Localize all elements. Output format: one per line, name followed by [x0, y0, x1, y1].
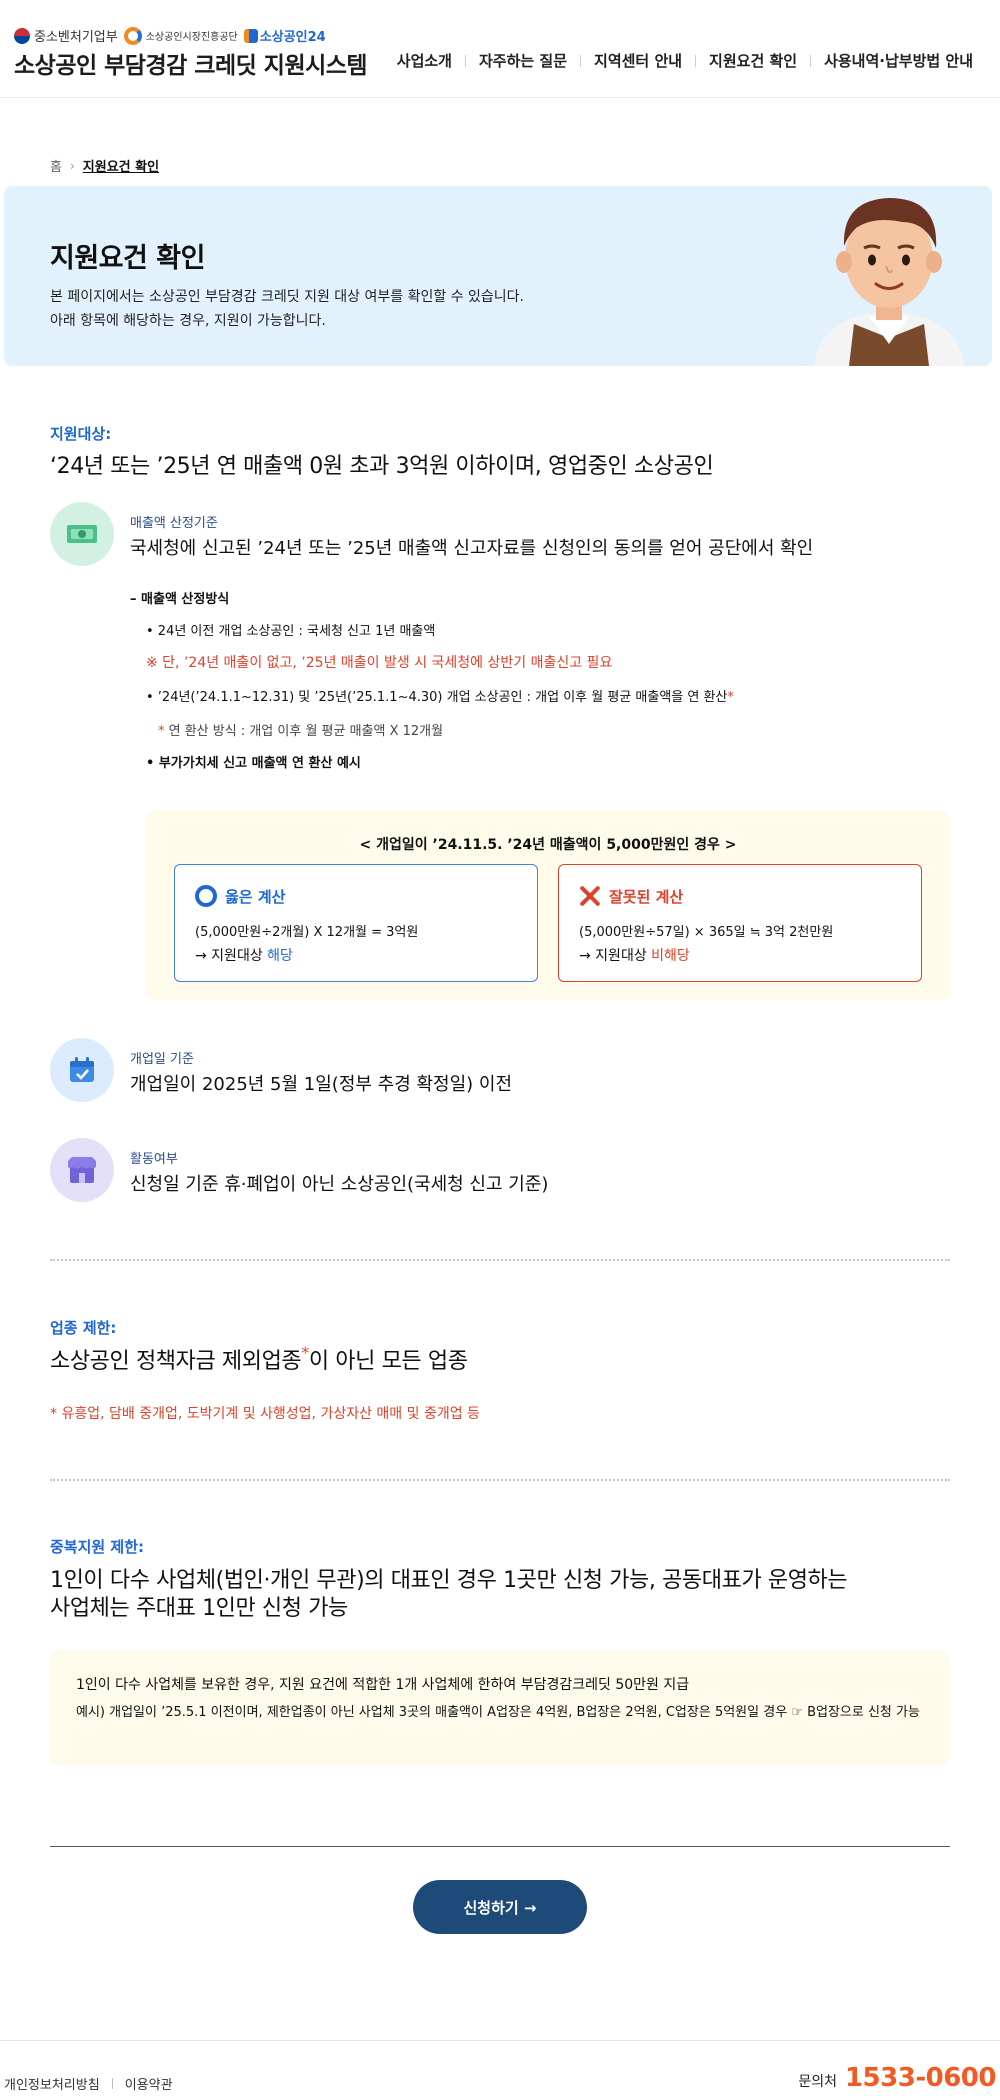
activity-label: 활동여부	[130, 1152, 178, 1167]
sales-method-note: ※ 단, ’24년 매출이 없고, ’25년 매출이 발생 시 국세청에 상반기…	[146, 655, 613, 671]
mss-logo-text: 중소벤처기업부	[34, 30, 118, 45]
industry-title-text: 소상공인 정책자금 제외업종	[50, 1349, 302, 1374]
breadcrumb: 홈 › 지원요건 확인	[50, 156, 159, 176]
section-title-duplicate-2: 사업체는 주대표 1인만 신청 가능	[50, 1596, 348, 1621]
industry-title-text-end: 이 아닌 모든 업종	[308, 1349, 468, 1374]
correct-formula: (5,000만원÷2개월) X 12개월 = 3억원	[195, 925, 419, 940]
sbiz24-mark-icon	[243, 28, 258, 43]
nav-item-faq[interactable]: 자주하는 질문	[466, 50, 580, 71]
sales-method-item-1: • 24년 이전 개업 소상공인 : 국세청 신고 1년 매출액	[146, 624, 436, 639]
store-icon	[50, 1138, 114, 1202]
contact-info: 문의처 1533-0600	[798, 2063, 996, 2093]
correct-result: → 지원대상 해당	[195, 945, 293, 965]
asterisk-mark: *	[727, 690, 734, 705]
site-header: 중소벤처기업부 소상공인시장진흥공단 소상공인24 소상공인 부담경감 크레딧 …	[0, 0, 1000, 98]
site-title[interactable]: 소상공인 부담경감 크레딧 지원시스템	[14, 46, 368, 80]
correct-calculation-card: 옳은 계산 (5,000만원÷2개월) X 12개월 = 3억원 → 지원대상 …	[174, 864, 538, 982]
page-title: 지원요건 확인	[50, 243, 205, 274]
duplicate-info-text: 1인이 다수 사업체를 보유한 경우, 지원 요건에 적합한 1개 사업체에 한…	[76, 1677, 690, 1693]
footer-link-privacy[interactable]: 개인정보처리방침	[4, 2074, 100, 2093]
semas-logo-text: 소상공인시장진흥공단	[145, 32, 238, 43]
mss-logo[interactable]: 중소벤처기업부	[14, 26, 118, 45]
character-illustration	[814, 198, 964, 366]
sales-method-item-2-text: • ’24년(’24.1.1~12.31) 및 ’25년(’25.1.1~4.3…	[146, 690, 728, 705]
nav-item-usage[interactable]: 사용내역·납부방법 안내	[811, 50, 986, 71]
content-divider	[50, 1846, 950, 1847]
footer-links: 개인정보처리방침 이용약관	[4, 2074, 173, 2093]
correct-calculation-label: 옳은 계산	[225, 887, 286, 906]
asterisk-mark: *	[301, 1343, 309, 1362]
hero-description-2: 아래 항목에 해당하는 경우, 지원이 가능합니다.	[50, 313, 326, 329]
sales-method-heading: – 매출액 산정방식	[130, 592, 230, 607]
main-nav: 사업소개 자주하는 질문 지역센터 안내 지원요건 확인 사용내역·납부방법 안…	[384, 50, 986, 71]
correct-result-highlight: 해당	[267, 948, 293, 964]
duplicate-example-text: 예시) 개업일이 ’25.5.1 이전이며, 제한업종이 아닌 사업체 3곳의 …	[76, 1705, 920, 1720]
wrong-result: → 지원대상 비해당	[579, 945, 690, 965]
contact-label: 문의처	[798, 2074, 837, 2090]
footer-link-terms[interactable]: 이용약관	[125, 2074, 173, 2093]
org-logos: 중소벤처기업부 소상공인시장진흥공단 소상공인24	[14, 26, 326, 45]
wrong-calculation-card: 잘못된 계산 (5,000만원÷57일) × 365일 ≒ 3억 2천만원 → …	[558, 864, 922, 982]
breadcrumb-home[interactable]: 홈	[50, 156, 62, 175]
close-x-icon	[579, 885, 601, 907]
site-footer: 개인정보처리방침 이용약관 문의처 1533-0600	[0, 2040, 1000, 2100]
section-title-industry: 소상공인 정책자금 제외업종*이 아닌 모든 업종	[50, 1343, 468, 1375]
wrong-calculation-label: 잘못된 계산	[609, 887, 684, 906]
nav-item-eligibility[interactable]: 지원요건 확인	[696, 50, 810, 71]
sales-criteria-text: 국세청에 신고된 ’24년 또는 ’25년 매출액 신고자료를 신청인의 동의를…	[130, 538, 814, 559]
nav-item-about[interactable]: 사업소개	[384, 50, 465, 71]
section-title-target: ‘24년 또는 ’25년 연 매출액 0원 초과 3억원 이하이며, 영업중인 …	[50, 454, 714, 479]
apply-button[interactable]: 신청하기 →	[413, 1880, 587, 1934]
duplicate-info-box: 1인이 다수 사업체를 보유한 경우, 지원 요건에 적합한 1개 사업체에 한…	[50, 1650, 950, 1765]
footer-divider	[111, 2078, 113, 2089]
circle-check-icon	[195, 885, 217, 907]
sales-method-item-3: • 부가가치세 신고 매출액 연 환산 예시	[146, 756, 361, 771]
chevron-right-icon: ›	[69, 158, 75, 173]
wrong-formula: (5,000만원÷57일) × 365일 ≒ 3억 2천만원	[579, 925, 834, 940]
nav-item-centers[interactable]: 지역센터 안내	[581, 50, 695, 71]
breadcrumb-current[interactable]: 지원요건 확인	[83, 156, 159, 175]
calendar-icon	[50, 1038, 114, 1102]
money-icon	[50, 502, 114, 566]
wrong-result-prefix: → 지원대상	[579, 948, 652, 964]
sbiz24-logo[interactable]: 소상공인24	[243, 26, 326, 45]
semas-logo[interactable]: 소상공인시장진흥공단	[123, 26, 238, 45]
section-divider	[50, 1479, 950, 1481]
wrong-result-highlight: 비해당	[651, 948, 690, 964]
sales-criteria-label: 매출액 산정기준	[130, 516, 218, 531]
open-date-text: 개업일이 2025년 5월 1일(정부 추경 확정일) 이전	[130, 1074, 513, 1095]
contact-phone[interactable]: 1533-0600	[845, 2063, 997, 2093]
hero-banner: 지원요건 확인 본 페이지에서는 소상공인 부담경감 크레딧 지원 대상 여부를…	[4, 186, 992, 366]
sbiz24-logo-text: 소상공인24	[259, 30, 326, 45]
correct-result-prefix: → 지원대상	[195, 948, 268, 964]
hero-description-1: 본 페이지에서는 소상공인 부담경감 크레딧 지원 대상 여부를 확인할 수 있…	[50, 289, 524, 305]
excluded-industries-note: * 유흥업, 담배 중개업, 도박기계 및 사행성업, 가상자산 매매 및 중개…	[50, 1406, 480, 1422]
activity-text: 신청일 기준 휴·폐업이 아닌 소상공인(국세청 신고 기준)	[130, 1174, 549, 1195]
semas-mark-icon	[123, 26, 142, 45]
section-label-industry: 업종 제한:	[50, 1319, 117, 1337]
correct-calculation-heading: 옳은 계산	[195, 885, 285, 907]
section-divider	[50, 1259, 950, 1261]
example-title: < 개업일이 ’24.11.5. ’24년 매출액이 5,000만원인 경우 >	[359, 837, 737, 853]
taegeuk-icon	[14, 27, 30, 44]
annualize-note: * 연 환산 방식 : 개업 이후 월 평균 매출액 X 12개월	[158, 720, 443, 739]
annualize-note-text: 연 환산 방식 : 개업 이후 월 평균 매출액 X 12개월	[164, 724, 444, 739]
open-date-label: 개업일 기준	[130, 1052, 194, 1067]
section-label-duplicate: 중복지원 제한:	[50, 1538, 145, 1556]
calculation-example-box: < 개업일이 ’24.11.5. ’24년 매출액이 5,000만원인 경우 >…	[146, 810, 950, 1000]
wrong-calculation-heading: 잘못된 계산	[579, 885, 683, 907]
sales-method-item-2: • ’24년(’24.1.1~12.31) 및 ’25년(’25.1.1~4.3…	[146, 686, 734, 705]
section-label-target: 지원대상:	[50, 425, 112, 443]
